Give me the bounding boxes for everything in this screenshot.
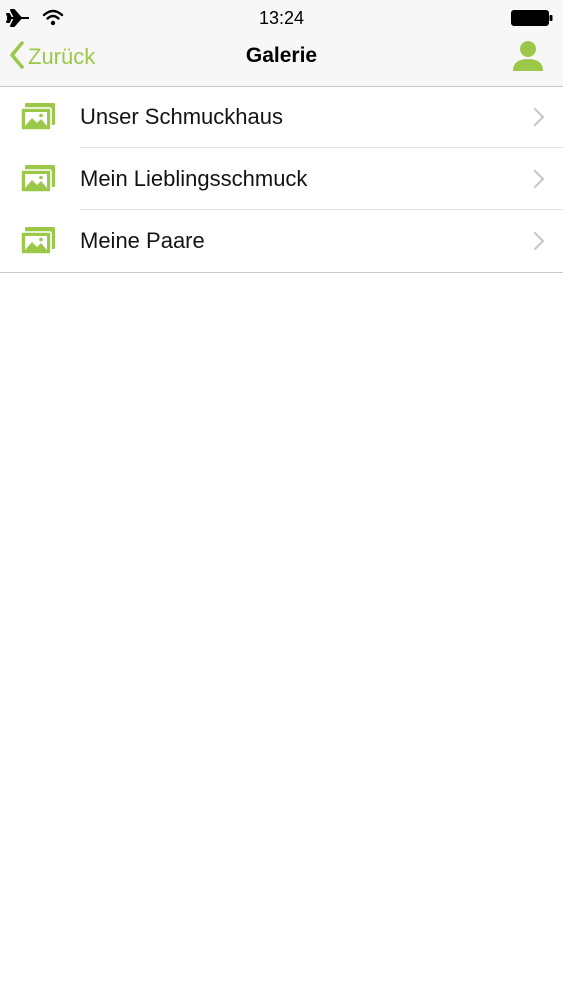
- status-bar: 13:24: [0, 0, 563, 36]
- chevron-right-icon: [533, 231, 545, 256]
- chevron-left-icon: [8, 40, 26, 75]
- list-item-label: Unser Schmuckhaus: [80, 104, 283, 129]
- chevron-right-icon: [533, 169, 545, 194]
- user-icon: [511, 41, 545, 76]
- gallery-list: Unser Schmuckhaus Mein Lieblingsschmuck: [0, 86, 563, 273]
- gallery-icon: [20, 102, 56, 137]
- gallery-icon: [20, 226, 56, 261]
- list-item[interactable]: Unser Schmuckhaus: [0, 86, 563, 148]
- back-label: Zurück: [28, 44, 96, 69]
- gallery-icon: [20, 164, 56, 199]
- back-button[interactable]: Zurück: [8, 40, 95, 74]
- status-time: 13:24: [258, 8, 305, 28]
- navigation-bar: Zurück Galerie: [0, 36, 563, 86]
- top-bar: 13:24 Zurück Galerie: [0, 0, 563, 87]
- profile-button[interactable]: [511, 38, 545, 72]
- list-item[interactable]: Mein Lieblingsschmuck: [0, 148, 563, 210]
- chevron-right-icon: [533, 107, 545, 132]
- list-item-label: Mein Lieblingsschmuck: [80, 166, 308, 191]
- list-item-label: Meine Paare: [80, 228, 205, 253]
- battery-icon: [511, 10, 553, 31]
- list-item[interactable]: Meine Paare: [0, 210, 563, 272]
